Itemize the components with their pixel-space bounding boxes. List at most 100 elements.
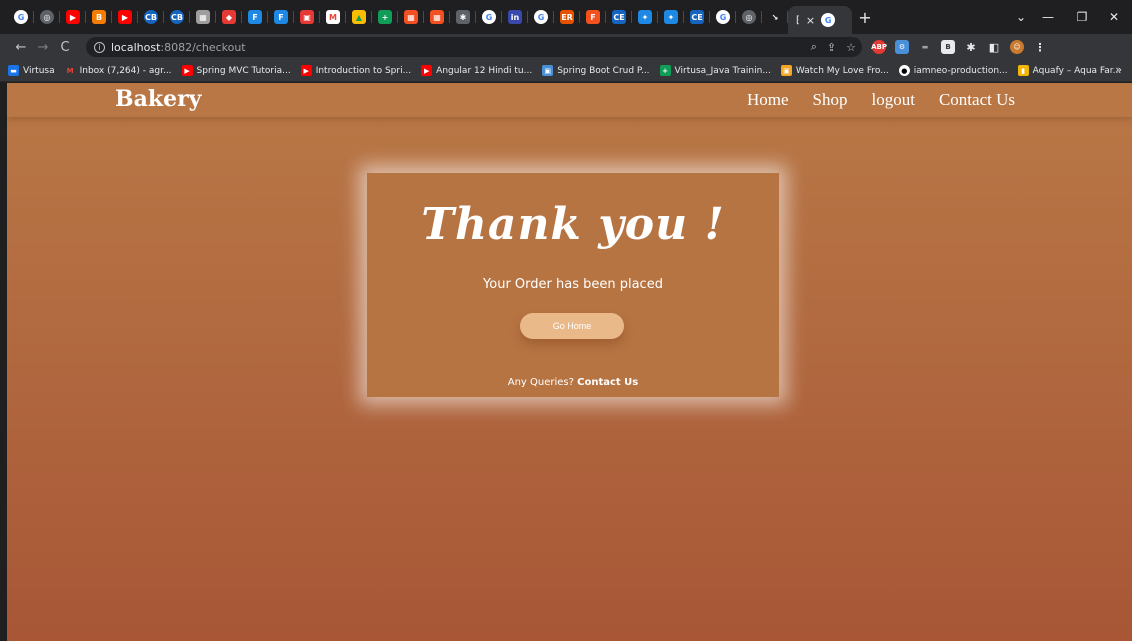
tab[interactable]: ◆ <box>216 0 242 34</box>
tab[interactable]: ↘ <box>762 0 788 34</box>
tab[interactable]: B <box>86 0 112 34</box>
google-icon: G <box>14 10 28 24</box>
tab[interactable]: ▲ <box>346 0 372 34</box>
more-bookmarks-icon[interactable]: » <box>1115 63 1122 76</box>
bookmark-item[interactable]: ● iamneo-production... <box>898 65 1008 76</box>
extension-icon[interactable]: ▬ <box>918 40 932 54</box>
url-text[interactable]: localhost:8082/checkout <box>111 41 246 54</box>
avatar[interactable]: ☺ <box>1010 40 1024 54</box>
zoom-icon[interactable]: ⌕ <box>811 40 817 54</box>
tab[interactable]: G <box>476 0 502 34</box>
loading-icon: ⁅ <box>796 14 800 26</box>
tab[interactable]: ✦ <box>632 0 658 34</box>
browser-toolbar: ← → C i localhost:8082/checkout ⌕ ⇪ ☆ AB… <box>0 34 1132 60</box>
bookmark-item[interactable]: ▣ Spring Boot Crud P... <box>542 65 650 76</box>
go-home-button[interactable]: Go Home <box>520 313 624 339</box>
tab[interactable]: ▣ <box>294 0 320 34</box>
reload-icon[interactable]: C <box>54 36 76 58</box>
brand-logo[interactable]: Bakery <box>115 86 201 112</box>
menu-icon[interactable]: ⋮ <box>1033 40 1047 54</box>
sheets-icon: + <box>378 10 392 24</box>
tab[interactable]: CB <box>164 0 190 34</box>
tab[interactable]: ✱ <box>450 0 476 34</box>
tab[interactable]: ▦ <box>398 0 424 34</box>
google-icon: G <box>716 10 730 24</box>
bookmark-item[interactable]: + Virtusa_Java Trainin... <box>659 65 771 76</box>
bookmark-item[interactable]: ▮ Aquafy – Aqua Far... <box>1017 65 1121 76</box>
flag-icon: F <box>274 10 288 24</box>
er-icon: ER <box>560 10 574 24</box>
codebeautify-icon: CB <box>144 10 158 24</box>
tab[interactable]: CB <box>138 0 164 34</box>
tab[interactable]: M <box>320 0 346 34</box>
youtube-icon: ▶ <box>300 65 312 76</box>
address-bar[interactable]: i localhost:8082/checkout ⌕ ⇪ ☆ <box>86 37 862 57</box>
bookmark-star-icon[interactable]: ☆ <box>846 41 856 54</box>
extension-icon[interactable]: ⚙ <box>895 40 909 54</box>
contact-us-link[interactable]: Contact Us <box>577 377 638 388</box>
nav-home[interactable]: Home <box>747 90 789 110</box>
tab[interactable]: in <box>502 0 528 34</box>
sidepanel-icon[interactable]: ◧ <box>987 40 1001 54</box>
queries-line: Any Queries? Contact Us <box>367 377 779 388</box>
pen-icon: ↘ <box>768 10 782 24</box>
share-icon[interactable]: ⇪ <box>827 41 836 54</box>
tab[interactable]: + <box>372 0 398 34</box>
tab[interactable]: G <box>710 0 736 34</box>
tab[interactable]: ◎ <box>34 0 60 34</box>
back-icon[interactable]: ← <box>10 36 32 58</box>
globe-icon: ◎ <box>742 10 756 24</box>
tab-active[interactable]: ⁅ × G <box>788 6 852 34</box>
bookmark-item[interactable]: ▣ Watch My Love Fro... <box>780 65 889 76</box>
site-icon: ▣ <box>542 65 554 76</box>
restore-button[interactable]: ❐ <box>1064 0 1100 34</box>
tab[interactable]: G <box>8 0 34 34</box>
page-viewport: Bakery Home Shop logout Contact Us Thank… <box>7 83 1132 641</box>
site-icon: CE <box>690 10 704 24</box>
tab[interactable]: CE <box>606 0 632 34</box>
gmail-icon: M <box>66 66 74 75</box>
thank-you-card: Thank you ! Your Order has been placed G… <box>367 173 779 397</box>
bookmark-item[interactable]: M Inbox (7,264) - agr... <box>65 65 172 76</box>
site-icon: ▣ <box>780 65 792 76</box>
tab[interactable]: F <box>268 0 294 34</box>
tab[interactable]: ER <box>554 0 580 34</box>
tab[interactable]: ✦ <box>658 0 684 34</box>
tab[interactable]: ▶ <box>60 0 86 34</box>
youtube-icon: ▶ <box>66 10 80 24</box>
tab-strip: G ◎ ▶ B ▶ CB CB ▦ ◆ F F ▣ M ▲ + ▦ ▦ ✱ G … <box>0 0 1132 34</box>
tab[interactable]: ▦ <box>190 0 216 34</box>
close-window-button[interactable]: ✕ <box>1096 0 1132 34</box>
site-info-icon[interactable]: i <box>94 41 105 53</box>
site-icon: in <box>508 10 522 24</box>
minimize-button[interactable]: — <box>1030 0 1066 34</box>
codebeautify-icon: CB <box>170 10 184 24</box>
tab[interactable]: CE <box>684 0 710 34</box>
adblock-icon[interactable]: ABP <box>871 40 887 54</box>
bookmark-item[interactable]: ▶ Introduction to Spri... <box>300 65 411 76</box>
bookmark-item[interactable]: ▶ Angular 12 Hindi tu... <box>421 65 532 76</box>
order-placed-message: Your Order has been placed <box>483 277 663 292</box>
tab[interactable]: F <box>580 0 606 34</box>
queries-prefix: Any Queries? <box>507 377 574 388</box>
site-icon: ✦ <box>638 10 652 24</box>
tab[interactable]: ▶ <box>112 0 138 34</box>
tab[interactable]: ◎ <box>736 0 762 34</box>
nav-logout[interactable]: logout <box>872 90 915 110</box>
site-icon: ▣ <box>300 10 314 24</box>
nav-contact-us[interactable]: Contact Us <box>939 90 1015 110</box>
tab[interactable]: G <box>528 0 554 34</box>
bookmark-item[interactable]: ▶ Spring MVC Tutoria... <box>181 65 291 76</box>
google-icon: G <box>482 10 496 24</box>
new-tab-button[interactable]: + <box>852 0 878 34</box>
close-tab-icon[interactable]: × <box>806 14 815 27</box>
tab[interactable]: F <box>242 0 268 34</box>
bookmark-item[interactable]: ▬ Virtusa <box>8 65 55 76</box>
tab[interactable]: ▦ <box>424 0 450 34</box>
drive-icon: ▲ <box>352 10 366 24</box>
forward-icon[interactable]: → <box>32 36 54 58</box>
youtube-icon: ▶ <box>421 65 433 76</box>
puzzle-icon[interactable]: ✱ <box>964 40 978 54</box>
extension-icon[interactable]: B <box>941 40 955 54</box>
nav-shop[interactable]: Shop <box>813 90 848 110</box>
